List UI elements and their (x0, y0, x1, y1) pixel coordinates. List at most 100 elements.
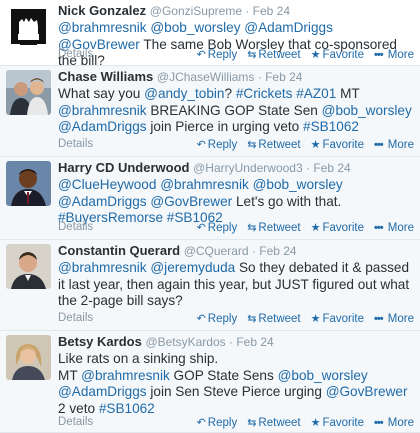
reply-icon: ↶ (196, 222, 206, 234)
author-handle[interactable]: @BetsyKardos (145, 335, 225, 349)
tweet-timestamp[interactable]: Feb 24 (259, 244, 296, 258)
details-link[interactable]: Details (58, 416, 93, 428)
tweet-timestamp[interactable]: Feb 24 (265, 70, 302, 84)
reply-label: Reply (207, 222, 238, 234)
tweet-content: Chase Williams @JChaseWilliams · Feb 24 W… (58, 69, 414, 136)
favorite-button[interactable]: ★ Favorite (311, 222, 364, 234)
retweet-icon: ⇆ (247, 49, 257, 61)
text-fragment: ? (224, 86, 236, 101)
reply-icon: ↶ (196, 417, 206, 429)
avatar[interactable] (6, 335, 51, 380)
more-label: More (387, 222, 414, 234)
author-handle[interactable]: @GonziSupreme (150, 4, 242, 18)
hashtag-link[interactable]: #SB1062 (99, 401, 155, 416)
more-button[interactable]: ••• More (374, 313, 414, 325)
retweet-button[interactable]: ⇆ Retweet (247, 313, 300, 325)
mention-link[interactable]: @AdamDriggs (58, 119, 147, 134)
tweet-item[interactable]: Betsy Kardos @BetsyKardos · Feb 24 Like r… (0, 331, 420, 433)
retweet-label: Retweet (258, 417, 301, 429)
author-fullname[interactable]: Constantin Querard (58, 243, 180, 258)
more-button[interactable]: ••• More (374, 417, 414, 429)
mention-link[interactable]: @bob_worsley (322, 103, 412, 118)
author-fullname[interactable]: Harry CD Underwood (58, 160, 189, 175)
text-fragment: MT (336, 86, 360, 101)
mention-link[interactable]: @brahmresnik (160, 177, 249, 192)
star-icon: ★ (310, 139, 321, 151)
avatar[interactable] (6, 70, 51, 115)
mention-link[interactable]: @brahmresnik (58, 103, 147, 118)
tweet-item[interactable]: Harry CD Underwood @HarryUnderwood3 · Fe… (0, 157, 420, 240)
tweet-actions: ↶ Reply ⇆ Retweet ★ Favorite ••• More (187, 312, 414, 325)
avatar[interactable] (6, 4, 51, 49)
more-button[interactable]: ••• More (374, 222, 414, 234)
text-fragment: MT (58, 367, 82, 383)
retweet-button[interactable]: ⇆ Retweet (247, 49, 300, 61)
star-icon: ★ (310, 417, 321, 429)
reply-button[interactable]: ↶ Reply (197, 49, 238, 61)
tweet-footer: Details ↶ Reply ⇆ Retweet ★ Favorite ••• More (58, 138, 414, 154)
favorite-button[interactable]: ★ Favorite (311, 49, 364, 61)
favorite-label: Favorite (322, 139, 365, 151)
favorite-button[interactable]: ★ Favorite (311, 417, 364, 429)
tweet-timestamp[interactable]: Feb 24 (236, 335, 273, 349)
favorite-label: Favorite (322, 417, 365, 429)
author-handle[interactable]: @JChaseWilliams (157, 70, 255, 84)
retweet-icon: ⇆ (247, 313, 257, 325)
tweet-item[interactable]: Nick Gonzalez @GonziSupreme · Feb 24 @bra… (0, 0, 420, 68)
tweet-item[interactable]: Constantin Querard @CQuerard · Feb 24 @br… (0, 240, 420, 331)
retweet-button[interactable]: ⇆ Retweet (247, 417, 300, 429)
hashtag-link[interactable]: #Crickets (236, 86, 293, 101)
avatar[interactable] (6, 161, 51, 206)
retweet-button[interactable]: ⇆ Retweet (247, 139, 300, 151)
mention-link[interactable]: @ClueHeywood (58, 177, 156, 192)
reply-button[interactable]: ↶ Reply (197, 222, 238, 234)
mention-link[interactable]: @GovBrewer (150, 194, 232, 209)
tweet-timestamp[interactable]: Feb 24 (253, 4, 290, 18)
details-link[interactable]: Details (58, 48, 93, 60)
author-handle[interactable]: @CQuerard (184, 244, 249, 258)
details-link[interactable]: Details (58, 138, 93, 150)
mention-link[interactable]: @GovBrewer (326, 384, 408, 399)
tweet-timestamp[interactable]: Feb 24 (313, 161, 350, 175)
mention-link[interactable]: @brahmresnik (81, 368, 170, 383)
details-link[interactable]: Details (58, 312, 93, 324)
tweet-actions: ↶ Reply ⇆ Retweet ★ Favorite ••• More (187, 48, 414, 61)
ellipsis-icon: ••• (374, 417, 384, 429)
details-link[interactable]: Details (58, 221, 93, 233)
author-fullname[interactable]: Chase Williams (58, 69, 153, 84)
more-button[interactable]: ••• More (374, 49, 414, 61)
mention-link[interactable]: @andy_tobin (144, 86, 224, 101)
mention-link[interactable]: @brahmresnik (58, 260, 147, 275)
retweet-button[interactable]: ⇆ Retweet (247, 222, 300, 234)
tweet-actions: ↶ Reply ⇆ Retweet ★ Favorite ••• More (187, 221, 414, 234)
tweet-item[interactable]: Chase Williams @JChaseWilliams · Feb 24 W… (0, 66, 420, 157)
hashtag-link[interactable]: #SB1062 (303, 119, 359, 134)
mention-link[interactable]: @AdamDriggs (58, 384, 147, 399)
reply-button[interactable]: ↶ Reply (197, 313, 238, 325)
more-button[interactable]: ••• More (374, 139, 414, 151)
mention-link[interactable]: @brahmresnik (58, 20, 147, 35)
author-fullname[interactable]: Nick Gonzalez (58, 3, 146, 18)
reply-icon: ↶ (196, 313, 206, 325)
reply-button[interactable]: ↶ Reply (197, 139, 238, 151)
tweet-actions: ↶ Reply ⇆ Retweet ★ Favorite ••• More (187, 138, 414, 151)
reply-button[interactable]: ↶ Reply (197, 417, 238, 429)
mention-link[interactable]: @AdamDriggs (244, 20, 333, 35)
author-fullname[interactable]: Betsy Kardos (58, 334, 142, 349)
text-fragment: What say you (58, 86, 145, 101)
favorite-button[interactable]: ★ Favorite (311, 139, 364, 151)
tweet-footer: Details ↶ Reply ⇆ Retweet ★ Favorite ••• More (58, 221, 414, 237)
tweet-header: Chase Williams @JChaseWilliams · Feb 24 (58, 69, 414, 85)
favorite-button[interactable]: ★ Favorite (311, 313, 364, 325)
mention-link[interactable]: @bob_worsley (150, 20, 240, 35)
mention-link[interactable]: @bob_worsley (278, 368, 368, 383)
star-icon: ★ (310, 49, 321, 61)
mention-link[interactable]: @jeremyduda (150, 260, 235, 275)
mention-link[interactable]: @bob_worsley (253, 177, 343, 192)
tweet-header: Harry CD Underwood @HarryUnderwood3 · Fe… (58, 160, 414, 176)
text-fragment: join Pierce in urging veto (146, 119, 304, 134)
avatar[interactable] (6, 244, 51, 289)
mention-link[interactable]: @AdamDriggs (58, 194, 147, 209)
author-handle[interactable]: @HarryUnderwood3 (193, 161, 303, 175)
hashtag-link[interactable]: #AZ01 (296, 86, 336, 101)
